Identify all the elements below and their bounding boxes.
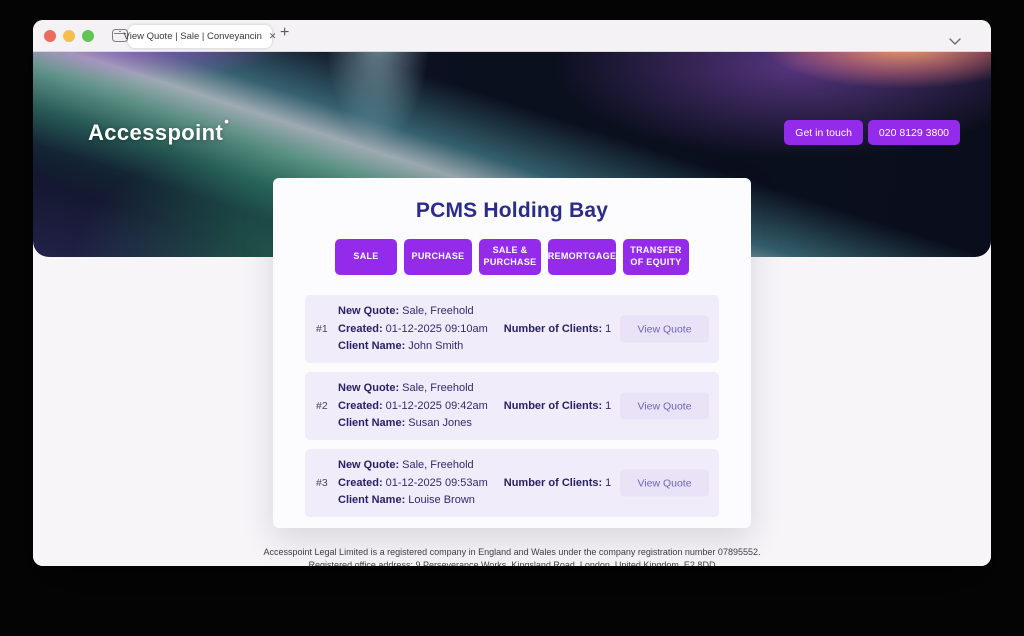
quote-type-value: Sale, Freehold <box>402 459 474 471</box>
quote-type-line: New Quote:Sale, Freehold <box>338 457 611 475</box>
quote-row: #1 New Quote:Sale, Freehold Created:01-1… <box>305 295 719 363</box>
client-name-value: John Smith <box>408 340 463 352</box>
new-quote-label: New Quote: <box>338 459 399 471</box>
holding-bay-card: PCMS Holding Bay SALE PURCHASE SALE & PU… <box>273 178 751 528</box>
new-quote-label: New Quote: <box>338 305 399 317</box>
client-name-value: Susan Jones <box>408 417 472 429</box>
new-quote-label: New Quote: <box>338 382 399 394</box>
remortgage-button[interactable]: REMORTGAGE <box>548 239 616 275</box>
client-name-line: Client Name:Louise Brown <box>338 492 611 510</box>
browser-window: View Quote | Sale | Conveyancin ✕ + Acce… <box>33 20 991 566</box>
new-tab-button[interactable]: + <box>280 24 289 42</box>
quote-index: #1 <box>316 323 328 335</box>
quote-type-value: Sale, Freehold <box>402 305 474 317</box>
quote-meta-line: Created:01-12-2025 09:42am Number of Cli… <box>338 398 611 416</box>
sale-and-purchase-button[interactable]: SALE & PURCHASE <box>479 239 541 275</box>
quote-row: #2 New Quote:Sale, Freehold Created:01-1… <box>305 372 719 440</box>
phone-number-button[interactable]: 020 8129 3800 <box>868 120 960 145</box>
quote-index: #3 <box>316 477 328 489</box>
company-registration-text: Accesspoint Legal Limited is a registere… <box>33 546 991 559</box>
view-quote-button[interactable]: View Quote <box>620 393 709 420</box>
clients-label: Number of Clients: <box>504 400 602 412</box>
zoom-window-button[interactable] <box>82 30 94 42</box>
logo-text: Accesspoint <box>88 120 223 145</box>
quote-details: New Quote:Sale, Freehold Created:01-12-2… <box>338 380 611 433</box>
created-label: Created: <box>338 477 383 489</box>
created-value: 01-12-2025 09:42am <box>386 400 488 412</box>
quote-details: New Quote:Sale, Freehold Created:01-12-2… <box>338 457 611 510</box>
quote-index: #2 <box>316 400 328 412</box>
page-footer: Accesspoint Legal Limited is a registere… <box>33 546 991 566</box>
quote-details: New Quote:Sale, Freehold Created:01-12-2… <box>338 303 611 356</box>
client-name-label: Client Name: <box>338 417 405 429</box>
clients-value: 1 <box>605 323 611 335</box>
client-name-line: Client Name:John Smith <box>338 338 611 356</box>
accesspoint-logo[interactable]: Accesspoint• <box>88 114 229 146</box>
created-value: 01-12-2025 09:53am <box>386 477 488 489</box>
client-name-line: Client Name:Susan Jones <box>338 415 611 433</box>
clients-value: 1 <box>605 477 611 489</box>
purchase-button[interactable]: PURCHASE <box>404 239 472 275</box>
header-actions: Get in touch 020 8129 3800 <box>784 120 960 145</box>
clients-label: Number of Clients: <box>504 323 602 335</box>
quote-row: #3 New Quote:Sale, Freehold Created:01-1… <box>305 449 719 517</box>
tab-close-icon[interactable]: ✕ <box>269 31 277 42</box>
quote-type-value: Sale, Freehold <box>402 382 474 394</box>
created-label: Created: <box>338 323 383 335</box>
browser-tab[interactable]: View Quote | Sale | Conveyancin ✕ <box>128 25 272 48</box>
close-window-button[interactable] <box>44 30 56 42</box>
quote-type-line: New Quote:Sale, Freehold <box>338 380 611 398</box>
quote-meta-line: Created:01-12-2025 09:53am Number of Cli… <box>338 475 611 493</box>
browser-titlebar: View Quote | Sale | Conveyancin ✕ + <box>33 20 991 52</box>
logo-dot: • <box>224 114 229 129</box>
sale-button[interactable]: SALE <box>335 239 397 275</box>
view-quote-button[interactable]: View Quote <box>620 316 709 343</box>
client-name-value: Louise Brown <box>408 494 475 506</box>
client-name-label: Client Name: <box>338 340 405 352</box>
chevron-down-icon[interactable] <box>949 32 961 50</box>
clients-label: Number of Clients: <box>504 477 602 489</box>
clients-value: 1 <box>605 400 611 412</box>
client-name-label: Client Name: <box>338 494 405 506</box>
created-label: Created: <box>338 400 383 412</box>
page-title: PCMS Holding Bay <box>273 178 751 223</box>
category-buttons: SALE PURCHASE SALE & PURCHASE REMORTGAGE… <box>273 239 751 275</box>
view-quote-button[interactable]: View Quote <box>620 470 709 497</box>
quote-type-line: New Quote:Sale, Freehold <box>338 303 611 321</box>
quote-meta-line: Created:01-12-2025 09:10am Number of Cli… <box>338 321 611 339</box>
transfer-of-equity-button[interactable]: TRANSFER OF EQUITY <box>623 239 689 275</box>
page-body: Accesspoint• Get in touch 020 8129 3800 … <box>33 52 991 566</box>
tab-title: View Quote | Sale | Conveyancin <box>124 31 262 42</box>
get-in-touch-button[interactable]: Get in touch <box>784 120 863 145</box>
created-value: 01-12-2025 09:10am <box>386 323 488 335</box>
registered-office-text: Registered office address: 9 Perseveranc… <box>33 559 991 566</box>
screen: View Quote | Sale | Conveyancin ✕ + Acce… <box>0 0 1024 636</box>
minimize-window-button[interactable] <box>63 30 75 42</box>
